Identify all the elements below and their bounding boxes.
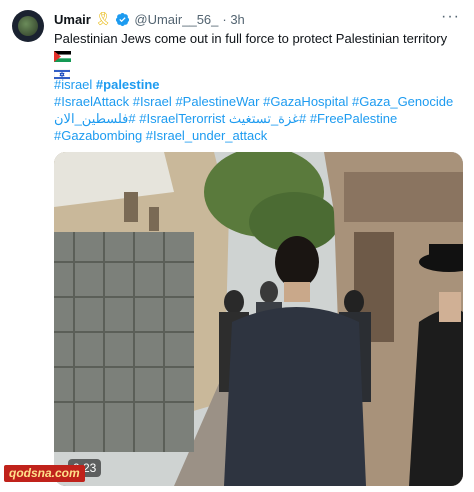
- video-frame: [54, 152, 463, 486]
- tweet-time[interactable]: · 3h: [222, 12, 244, 27]
- hashtag-link[interactable]: #IsraelAttack: [54, 94, 129, 109]
- tweet-header: Umair 🎗 @Umair__56_ · 3h: [54, 11, 245, 27]
- hashtag-line: #فلسطين_الان #IsraelTerorrist #غزة_تستغي…: [54, 110, 460, 127]
- hashtag-link[interactable]: #palestine: [96, 77, 160, 92]
- hashtag-line: #Gazabombing #Israel_under_attack: [54, 127, 460, 144]
- hashtag-link[interactable]: #غزة_تستغيث: [229, 111, 306, 126]
- hashtag-link[interactable]: #Gaza_Genocide: [352, 94, 453, 109]
- video-player[interactable]: [54, 152, 463, 486]
- hashtags: #israel #palestine #IsraelAttack #Israel…: [54, 76, 460, 144]
- avatar[interactable]: [12, 10, 44, 42]
- hashtag-link[interactable]: #FreePalestine: [310, 111, 397, 126]
- hashtag-link[interactable]: #PalestineWar: [175, 94, 259, 109]
- watermark-prefix: qodsna: [9, 466, 52, 480]
- author-name[interactable]: Umair: [54, 12, 91, 27]
- hashtag-line: #IsraelAttack #Israel #PalestineWar #Gaz…: [54, 93, 460, 110]
- tweet-text-body: Palestinian Jews come out in full force …: [54, 31, 448, 46]
- more-options-icon[interactable]: ···: [441, 8, 460, 26]
- hashtag-link[interactable]: #israel: [54, 77, 92, 92]
- hashtag-link[interactable]: #Israel_under_attack: [146, 128, 267, 143]
- tweet-text: Palestinian Jews come out in full force …: [54, 30, 460, 81]
- hashtag-link[interactable]: #Israel: [133, 94, 172, 109]
- palestine-flag-icon: [54, 51, 71, 63]
- hashtag-line: #israel #palestine: [54, 76, 460, 93]
- verified-badge-icon: [116, 12, 130, 26]
- hashtag-link[interactable]: #IsraelTerorrist: [139, 111, 225, 126]
- hashtag-link[interactable]: #Gazabombing: [54, 128, 142, 143]
- watermark-suffix: .com: [51, 466, 80, 480]
- author-handle[interactable]: @Umair__56_: [134, 12, 218, 27]
- tweet-card: Umair 🎗 @Umair__56_ · 3h ··· Palestinian…: [0, 0, 474, 492]
- ribbon-icon: 🎗: [94, 11, 112, 26]
- hashtag-link[interactable]: #فلسطين_الان: [54, 111, 136, 126]
- hashtag-link[interactable]: #GazaHospital: [263, 94, 348, 109]
- qodsna-watermark: qodsna.com: [4, 465, 85, 482]
